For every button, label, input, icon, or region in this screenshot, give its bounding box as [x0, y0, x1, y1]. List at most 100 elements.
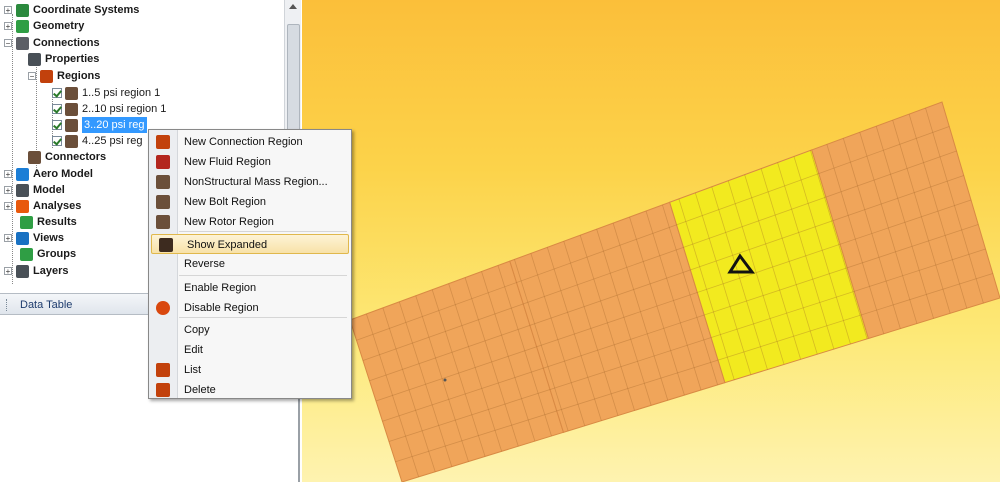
menu-item-label: Disable Region: [184, 302, 259, 314]
views-icon: [16, 231, 29, 245]
delete-icon: [156, 383, 170, 397]
tree-item-results[interactable]: Results: [20, 214, 77, 230]
menu-item-edit[interactable]: Edit: [149, 340, 351, 360]
visibility-checkbox[interactable]: [52, 136, 62, 146]
rotor-region-icon: [156, 215, 170, 229]
menu-item-label: New Bolt Region: [184, 196, 266, 208]
expand-plus-icon[interactable]: +: [4, 6, 12, 15]
menu-item-new-rotor-region[interactable]: New Rotor Region: [149, 212, 351, 232]
tree-item-regions[interactable]: − Regions: [28, 68, 100, 84]
groups-icon: [20, 247, 33, 261]
menu-item-new-fluid-region[interactable]: New Fluid Region: [149, 152, 351, 172]
tree-item-layers[interactable]: + Layers: [4, 263, 68, 279]
menu-item-new-connection-region[interactable]: New Connection Region: [149, 132, 351, 152]
disable-region-icon: [156, 301, 170, 315]
tree-item-coordinate-systems[interactable]: + Coordinate Systems: [4, 2, 139, 18]
tree-item-label: Connections: [33, 37, 100, 49]
tree-item-connections[interactable]: − Connections: [4, 35, 100, 51]
region-person-icon: [65, 86, 78, 100]
collapse-minus-icon[interactable]: −: [28, 72, 36, 81]
tree-item-views[interactable]: + Views: [4, 230, 64, 246]
tree-item-label: Results: [37, 216, 77, 228]
mass-region-icon: [156, 175, 170, 189]
menu-item-copy[interactable]: Copy: [149, 320, 351, 340]
menu-item-label: NonStructural Mass Region...: [184, 176, 328, 188]
tree-item-label: Connectors: [45, 151, 107, 163]
coordinate-axes-icon: [16, 3, 29, 17]
tree-item-label: 2..10 psi region 1: [82, 103, 167, 115]
mesh-node-point: [443, 378, 447, 382]
menu-item-delete[interactable]: Delete: [149, 380, 351, 400]
tree-item-label: Analyses: [33, 200, 82, 212]
menu-item-label: New Rotor Region: [184, 216, 274, 228]
tree-item-label: Groups: [37, 248, 77, 260]
properties-icon: [28, 52, 41, 66]
expand-plus-icon[interactable]: +: [4, 234, 12, 243]
expand-plus-icon[interactable]: +: [4, 22, 12, 31]
menu-item-label: Delete: [184, 384, 216, 396]
menu-item-disable-region[interactable]: Disable Region: [149, 298, 351, 318]
region-person-icon: [65, 118, 78, 132]
menu-item-label: New Fluid Region: [184, 156, 271, 168]
context-menu: New Connection Region New Fluid Region Non…: [148, 129, 352, 399]
analyses-icon: [16, 199, 29, 213]
layers-icon: [16, 264, 29, 278]
menu-item-label: Edit: [184, 344, 203, 356]
visibility-checkbox[interactable]: [52, 88, 62, 98]
tree-item-aero-model[interactable]: + Aero Model: [4, 166, 93, 182]
aero-model-icon: [16, 167, 29, 181]
tree-item-label: 1..5 psi region 1: [82, 87, 161, 99]
tree-item-properties[interactable]: Properties: [28, 51, 99, 67]
region-person-icon: [65, 134, 78, 148]
bolt-region-icon: [156, 195, 170, 209]
expand-plus-icon[interactable]: +: [4, 170, 12, 179]
tree-item-1-5-psi-region-1[interactable]: 1..5 psi region 1: [52, 85, 160, 101]
tree-item-groups[interactable]: Groups: [20, 246, 76, 262]
tree-item-2-10-psi-region-1[interactable]: 2..10 psi region 1: [52, 101, 166, 117]
menu-item-new-bolt-region[interactable]: New Bolt Region: [149, 192, 351, 212]
tree-item-label: 3..20 psi reg: [82, 117, 147, 133]
tree-item-analyses[interactable]: + Analyses: [4, 198, 81, 214]
menu-item-list[interactable]: List: [149, 360, 351, 380]
tree-item-4-25-psi-reg[interactable]: 4..25 psi reg: [52, 133, 143, 149]
visibility-checkbox[interactable]: [52, 104, 62, 114]
tree-item-label: 4..25 psi reg: [82, 135, 143, 147]
menu-item-reverse[interactable]: Reverse: [149, 254, 351, 274]
tree-item-label: Geometry: [33, 20, 85, 32]
menu-item-label: Enable Region: [184, 282, 257, 294]
connectors-icon: [28, 150, 41, 164]
tree-item-model[interactable]: + Model: [4, 182, 65, 198]
menu-item-label: Copy: [184, 324, 210, 336]
tree-item-connectors[interactable]: Connectors: [28, 149, 106, 165]
menu-item-enable-region[interactable]: Enable Region: [149, 278, 351, 298]
tree-item-geometry[interactable]: + Geometry: [4, 18, 84, 34]
scroll-up-arrow-icon[interactable]: [289, 4, 297, 9]
connections-plug-icon: [16, 36, 29, 50]
visibility-checkbox[interactable]: [52, 120, 62, 130]
data-table-title: Data Table: [20, 299, 73, 311]
fluid-region-icon: [156, 155, 170, 169]
show-expanded-icon: [159, 238, 173, 252]
menu-separator: [179, 275, 347, 276]
menu-item-label: Reverse: [184, 258, 225, 270]
tree-item-label: Views: [33, 232, 64, 244]
expand-plus-icon[interactable]: +: [4, 267, 12, 276]
expand-plus-icon[interactable]: +: [4, 202, 12, 211]
list-icon: [156, 363, 170, 377]
model-viewport[interactable]: [302, 0, 1000, 482]
menu-item-label: New Connection Region: [184, 136, 303, 148]
collapse-minus-icon[interactable]: −: [4, 39, 12, 48]
expand-plus-icon[interactable]: +: [4, 186, 12, 195]
results-icon: [20, 215, 33, 229]
menu-item-show-expanded[interactable]: Show Expanded: [151, 234, 349, 254]
tree-item-label: Coordinate Systems: [33, 4, 140, 16]
menu-item-label: Show Expanded: [187, 239, 268, 251]
regions-folder-icon: [40, 69, 53, 83]
mesh-canvas[interactable]: [302, 0, 1000, 482]
tree-item-label: Layers: [33, 265, 69, 277]
scroll-thumb[interactable]: [287, 24, 300, 136]
model-grid-icon: [16, 183, 29, 197]
menu-item-nonstructural-mass-region[interactable]: NonStructural Mass Region...: [149, 172, 351, 192]
tree-item-3-20-psi-reg[interactable]: 3..20 psi reg: [52, 117, 147, 133]
grip-handle-icon[interactable]: [6, 299, 10, 311]
